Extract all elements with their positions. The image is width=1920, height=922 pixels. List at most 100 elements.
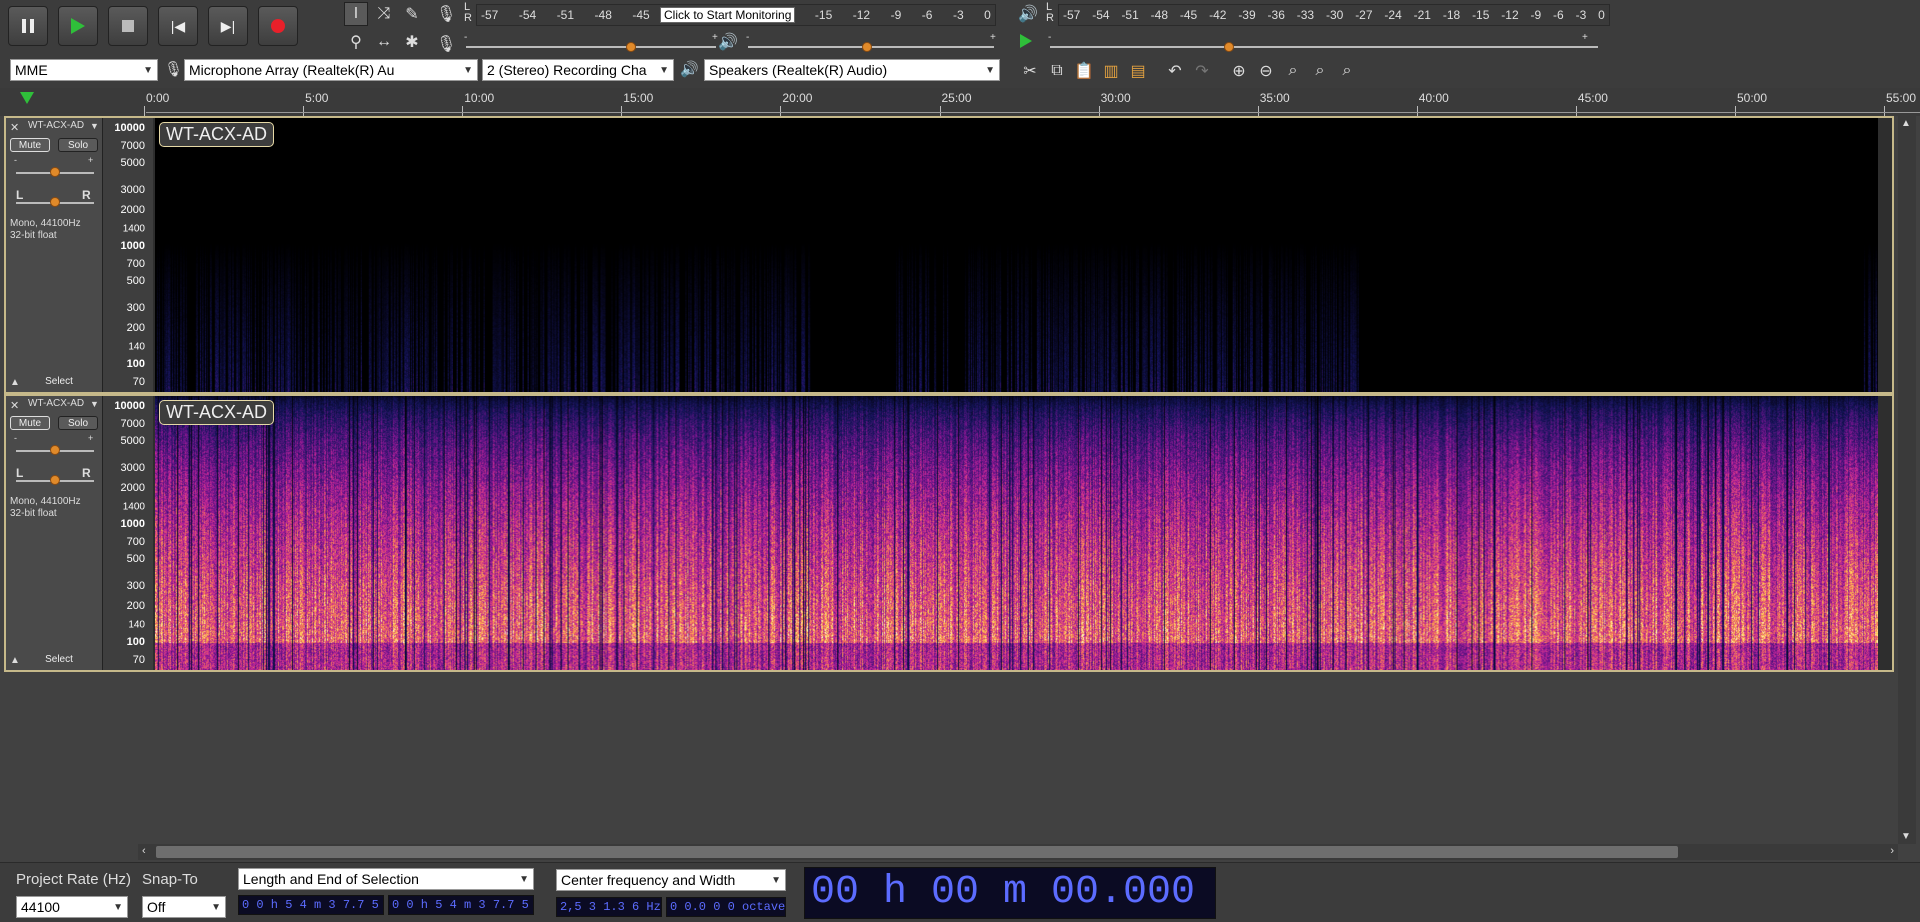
frequency-axis[interactable]: 10000 7000 5000 3000 2000 1400 1000 700 500 300 20… xyxy=(103,118,153,392)
timeline-tick-mark xyxy=(1884,106,1885,116)
meter-tick-label: -51 xyxy=(556,8,575,22)
select-track-button[interactable]: Select xyxy=(28,375,90,389)
skip-to-end-button[interactable]: ▶| xyxy=(208,6,248,46)
close-track-icon[interactable]: ✕ xyxy=(10,121,19,134)
timeline-tick-label: 35:00 xyxy=(1259,91,1290,105)
horizontal-scrollbar[interactable]: ‹ › xyxy=(138,844,1898,860)
undo-icon[interactable]: ↶ xyxy=(1163,59,1187,83)
close-track-icon[interactable]: ✕ xyxy=(10,399,19,412)
zoom-tool-icon[interactable]: ⚲ xyxy=(344,30,368,54)
fit-project-icon[interactable]: ⌕ xyxy=(1308,59,1332,83)
recording-channels-dropdown[interactable]: 2 (Stereo) Recording Cha ▼ xyxy=(482,59,674,81)
monitoring-tooltip[interactable]: Click to Start Monitoring xyxy=(660,7,796,23)
pan-knob[interactable] xyxy=(50,475,60,485)
clip-name-label[interactable]: WT-ACX-AD xyxy=(159,400,274,425)
frequency-tick-label: 140 xyxy=(128,341,145,353)
timeline-tick-mark xyxy=(1575,106,1577,116)
mute-button[interactable]: Mute xyxy=(10,416,50,430)
spectral-selection-mode-dropdown[interactable]: Center frequency and Width ▼ xyxy=(556,869,786,891)
envelope-tool-icon[interactable]: ⤨ xyxy=(372,2,396,26)
meter-tick-label: -15 xyxy=(814,8,833,22)
collapse-track-icon[interactable]: ▲ xyxy=(10,377,20,388)
redo-icon[interactable]: ↷ xyxy=(1190,59,1214,83)
meter-tick-label: -3 xyxy=(1575,8,1587,22)
audio-track-1[interactable]: ✕ WT-ACX-AD ▼ Mute Solo - + L R Mono, 44… xyxy=(4,116,1894,394)
recording-device-dropdown[interactable]: Microphone Array (Realtek(R) Au ▼ xyxy=(184,59,478,81)
paste-icon[interactable]: 📋 xyxy=(1072,59,1096,83)
trim-icon[interactable]: ▥ xyxy=(1099,59,1123,83)
audio-track-2[interactable]: ✕ WT-ACX-AD ▼ Mute Solo - + L R Mono, 44… xyxy=(4,394,1894,672)
pause-button[interactable] xyxy=(8,6,48,46)
playback-volume-knob[interactable] xyxy=(862,42,872,52)
zoom-out-icon[interactable]: ⊖ xyxy=(1254,59,1278,83)
selection-tool-icon[interactable]: I xyxy=(344,2,368,26)
silence-icon[interactable]: ▤ xyxy=(1126,59,1150,83)
record-volume-slider[interactable] xyxy=(466,46,716,48)
play-speed-knob[interactable] xyxy=(1224,42,1234,52)
timeline-tick-label: 25:00 xyxy=(941,91,972,105)
spectrogram-view[interactable]: WT-ACX-AD xyxy=(155,118,1878,392)
selection-end-field[interactable]: 0 0 h 5 4 m 3 7.7 5 s xyxy=(388,895,534,915)
scroll-down-icon[interactable]: ▼ xyxy=(1901,831,1911,842)
frequency-axis[interactable]: 10000 7000 5000 3000 2000 1400 1000 700 500 300 20… xyxy=(103,396,153,670)
track-name-menu[interactable]: WT-ACX-AD xyxy=(28,398,84,409)
skip-end-icon: ▶| xyxy=(220,17,236,34)
zoom-toggle-icon[interactable]: ⌕ xyxy=(1335,59,1359,83)
scroll-up-icon[interactable]: ▲ xyxy=(1901,118,1911,129)
selection-length-field[interactable]: 0 0 h 5 4 m 3 7.7 5 s xyxy=(238,895,384,915)
skip-to-start-button[interactable]: |◀ xyxy=(158,6,198,46)
play-meter-speaker-icon[interactable]: 🔊 xyxy=(1018,4,1038,24)
timeshift-tool-icon[interactable]: ↔ xyxy=(372,30,396,54)
solo-button[interactable]: Solo xyxy=(58,138,98,152)
pause-icon xyxy=(22,19,34,33)
meter-tick-label: 0 xyxy=(1598,8,1605,22)
fit-selection-icon[interactable]: ⌕ xyxy=(1281,59,1305,83)
snap-to-dropdown[interactable]: Off ▼ xyxy=(142,896,226,918)
project-rate-dropdown[interactable]: 44100 ▼ xyxy=(16,896,128,918)
center-frequency-field[interactable]: 2,5 3 1.3 6 Hz xyxy=(556,897,662,917)
pan-knob[interactable] xyxy=(50,197,60,207)
timeline-ruler[interactable]: 0:00 5:00 10:00 15:00 20:00 25:00 30:00 35:00 40… xyxy=(0,88,1920,116)
timeline-tick-mark xyxy=(1257,106,1259,116)
play-head-triangle-icon[interactable] xyxy=(20,92,34,104)
horizontal-scroll-thumb[interactable] xyxy=(156,846,1678,858)
chevron-down-icon[interactable]: ▼ xyxy=(90,121,99,131)
frequency-tick-label: 140 xyxy=(128,619,145,631)
audio-host-dropdown[interactable]: MME ▼ xyxy=(10,59,158,81)
record-volume-knob[interactable] xyxy=(626,42,636,52)
playback-device-dropdown[interactable]: Speakers (Realtek(R) Audio) ▼ xyxy=(704,59,1000,81)
selection-mode-dropdown[interactable]: Length and End of Selection ▼ xyxy=(238,868,534,890)
scroll-right-icon[interactable]: › xyxy=(1890,845,1894,857)
gain-knob[interactable] xyxy=(50,167,60,177)
tools-toolbar: I ⤨ ✎ ⚲ ↔ ✱ xyxy=(340,2,432,54)
timeline-tick-mark xyxy=(780,106,782,116)
mute-button[interactable]: Mute xyxy=(10,138,50,152)
draw-tool-icon[interactable]: ✎ xyxy=(400,2,424,26)
vertical-scrollbar[interactable]: ▲ ▼ xyxy=(1898,116,1916,844)
solo-button[interactable]: Solo xyxy=(58,416,98,430)
play-at-speed-icon[interactable] xyxy=(1020,34,1032,48)
zoom-in-icon[interactable]: ⊕ xyxy=(1227,59,1251,83)
clip-name-label[interactable]: WT-ACX-AD xyxy=(159,122,274,147)
multi-tool-icon[interactable]: ✱ xyxy=(400,30,424,54)
scroll-left-icon[interactable]: ‹ xyxy=(142,845,146,857)
stop-button[interactable] xyxy=(108,6,148,46)
play-meter[interactable]: -57 -54 -51 -48 -45 -42 -39 -36 -33 -30 -27 -24 -21-… xyxy=(1058,4,1610,26)
record-button[interactable] xyxy=(258,6,298,46)
spectrogram-view[interactable]: WT-ACX-AD xyxy=(155,396,1878,670)
spectrogram-canvas xyxy=(155,118,1878,392)
audio-position-display[interactable]: 00 h 00 m 00.000 s xyxy=(804,867,1216,919)
gain-knob[interactable] xyxy=(50,445,60,455)
copy-icon[interactable]: ⧉ xyxy=(1045,59,1069,83)
record-meter-mic-icon[interactable]: 🎙 xyxy=(436,4,456,24)
cut-icon[interactable]: ✂ xyxy=(1018,59,1042,83)
track-name-menu[interactable]: WT-ACX-AD xyxy=(28,120,84,131)
play-button[interactable] xyxy=(58,6,98,46)
chevron-down-icon[interactable]: ▼ xyxy=(90,399,99,409)
play-speed-slider[interactable] xyxy=(1050,46,1598,48)
chevron-down-icon: ▼ xyxy=(463,64,473,76)
select-track-button[interactable]: Select xyxy=(28,653,90,667)
frequency-width-field[interactable]: 0 0.0 0 0 octaves xyxy=(666,897,786,917)
meter-tick-label: -48 xyxy=(594,8,612,22)
collapse-track-icon[interactable]: ▲ xyxy=(10,655,20,666)
